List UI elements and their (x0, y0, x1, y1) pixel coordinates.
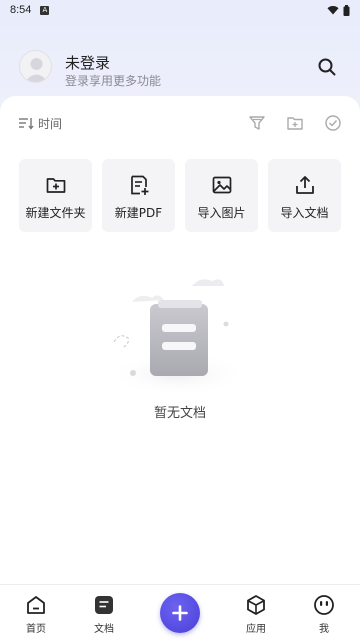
nav-home[interactable]: 首页 (6, 585, 66, 640)
list-toolbar: 时间 (0, 112, 360, 134)
filter-icon[interactable] (248, 114, 266, 132)
avatar[interactable] (19, 50, 52, 83)
new-pdf-label: 新建PDF (114, 206, 163, 220)
import-document-label: 导入文档 (280, 206, 329, 220)
notification-badge-icon: A (40, 5, 50, 15)
nav-me[interactable]: 我 (294, 585, 354, 640)
sort-icon[interactable] (18, 115, 34, 131)
add-icon (172, 605, 188, 621)
nav-documents-label: 文档 (94, 624, 114, 635)
folder-add-icon (46, 178, 65, 193)
empty-state-text: 暂无文档 (153, 406, 206, 421)
empty-documents-illustration-icon (108, 279, 248, 396)
quick-actions: 新建文件夹 新建PDF 导入图片 导入文档 (19, 159, 341, 232)
nav-documents[interactable]: 文档 (74, 585, 134, 640)
import-image-label: 导入图片 (197, 206, 246, 220)
wifi-icon (327, 6, 339, 15)
battery-icon (343, 4, 350, 16)
default-avatar-icon (25, 58, 48, 82)
new-pdf-button[interactable]: 新建PDF (102, 159, 175, 232)
empty-state: 暂无文档 (0, 272, 360, 432)
select-check-icon[interactable] (324, 114, 342, 132)
cube-icon (247, 595, 265, 615)
document-icon (95, 596, 113, 614)
search-button[interactable] (316, 56, 338, 78)
login-hint[interactable]: 登录享用更多功能 (65, 72, 161, 89)
import-document-button[interactable]: 导入文档 (268, 159, 341, 232)
upload-icon (295, 176, 314, 194)
login-status-title[interactable]: 未登录 (65, 52, 110, 73)
pdf-new-icon (130, 175, 148, 195)
home-icon (27, 596, 45, 614)
nav-home-label: 首页 (26, 624, 46, 635)
nav-me-label: 我 (319, 624, 329, 635)
folder-move-icon[interactable] (286, 114, 304, 132)
bottom-navigation: 首页 文档 应用 我 (0, 584, 360, 640)
nav-apps-label: 应用 (246, 624, 266, 635)
nav-apps[interactable]: 应用 (226, 585, 286, 640)
account-header: 未登录 登录享用更多功能 (0, 44, 360, 92)
new-folder-label: 新建文件夹 (25, 206, 86, 220)
smiley-icon (314, 595, 334, 615)
add-button[interactable] (160, 593, 200, 633)
status-time: 8:54 (10, 4, 32, 16)
image-icon (212, 176, 231, 194)
sort-label[interactable]: 时间 (38, 115, 62, 132)
import-image-button[interactable]: 导入图片 (185, 159, 258, 232)
search-icon (318, 58, 336, 76)
new-folder-button[interactable]: 新建文件夹 (19, 159, 92, 232)
status-bar: 8:54 A (0, 0, 360, 20)
documents-panel: 时间 新建文件夹 新建PDF 导入图片 导入文档 暂无文档 (0, 96, 360, 584)
status-icons (327, 4, 350, 16)
